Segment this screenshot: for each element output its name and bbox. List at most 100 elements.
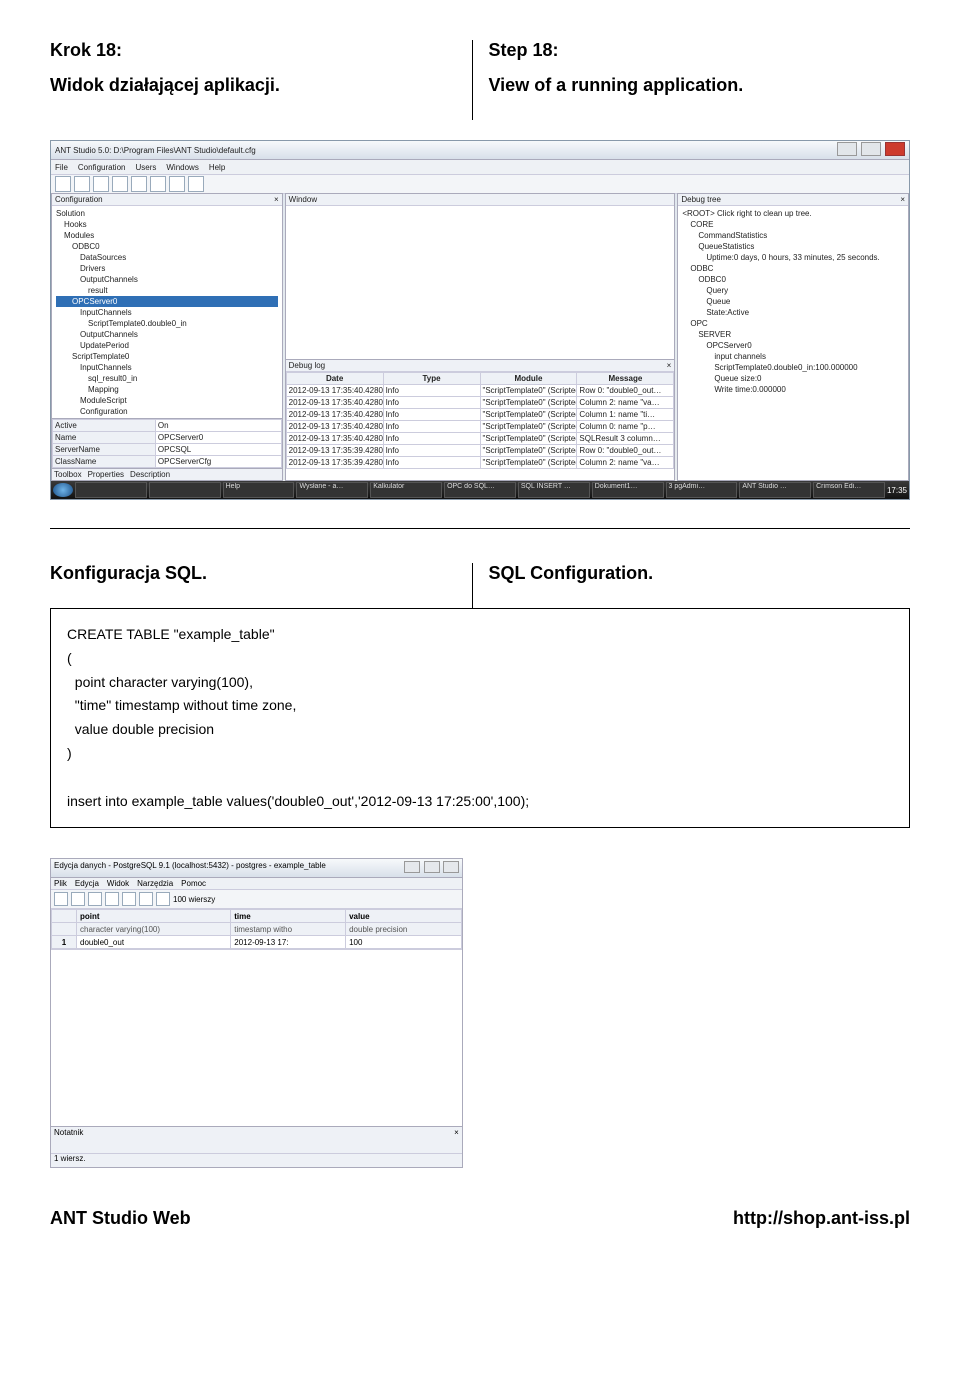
tree-item[interactable]: Solution (56, 208, 278, 219)
tree-item[interactable]: Queue size:0 (682, 373, 904, 384)
taskbar-item[interactable]: Help (223, 482, 295, 498)
tree-item[interactable]: SERVER (682, 329, 904, 340)
tree-item[interactable]: ODBC0 (682, 274, 904, 285)
tree-item[interactable]: result (56, 285, 278, 296)
pane-close-icon[interactable]: × (667, 361, 672, 370)
start-button[interactable] (53, 483, 73, 497)
debug-tree[interactable]: <ROOT> Click right to clean up tree.CORE… (678, 206, 908, 397)
tree-item[interactable]: <ROOT> Click right to clean up tree. (682, 208, 904, 219)
menu-item[interactable]: Pomoc (181, 879, 206, 888)
tree-item[interactable]: Hooks (56, 219, 278, 230)
menu-item[interactable]: Edycja (75, 879, 99, 888)
tree-item[interactable]: QueueStatistics (682, 241, 904, 252)
tree-item[interactable]: OPCServer0 (682, 340, 904, 351)
toolbar-button[interactable] (131, 176, 147, 192)
toolbar-button[interactable] (156, 892, 170, 906)
minimize-icon[interactable] (837, 142, 857, 156)
menu-item[interactable]: Users (135, 163, 156, 172)
log-cell: 2012-09-13 17:35:39.428000 (286, 445, 383, 457)
tree-item[interactable]: OutputChannels (56, 329, 278, 340)
log-cell: "ScriptTemplate0" (ScriptedModule) (480, 409, 577, 421)
grid-cell[interactable]: 2012-09-13 17: (231, 936, 346, 949)
tree-item[interactable]: sql_result0_in (56, 373, 278, 384)
tree-item[interactable]: Mapping (56, 384, 278, 395)
solution-tree[interactable]: SolutionHooksModulesODBC0DataSourcesDriv… (52, 206, 282, 418)
tree-item[interactable]: State:Active (682, 307, 904, 318)
pane-close-icon[interactable]: × (900, 195, 905, 204)
pg-data-grid[interactable]: pointtimevaluecharacter varying(100)time… (51, 909, 462, 950)
grid-cell[interactable]: double0_out (77, 936, 231, 949)
toolbar-button[interactable] (188, 176, 204, 192)
tree-item[interactable]: OutputChannels (56, 274, 278, 285)
tree-item[interactable]: Query (682, 285, 904, 296)
taskbar-item[interactable]: ANT Studio … (739, 482, 811, 498)
toolbar-button[interactable] (88, 892, 102, 906)
tree-item[interactable]: Uptime:0 days, 0 hours, 33 minutes, 25 s… (682, 252, 904, 263)
tab[interactable]: Toolbox (54, 470, 82, 479)
tree-item[interactable]: Configuration (56, 406, 278, 417)
tree-item[interactable]: CORE (682, 219, 904, 230)
toolbar-button[interactable] (55, 176, 71, 192)
toolbar-button[interactable] (54, 892, 68, 906)
tree-item[interactable]: ScriptTemplate0 (56, 351, 278, 362)
prop-cell: OPCServerCfg (155, 456, 281, 468)
menu-item[interactable]: Narzędzia (137, 879, 173, 888)
grid-cell[interactable]: 1 (52, 936, 77, 949)
taskbar-item[interactable]: Crimson Edi… (813, 482, 885, 498)
tree-item[interactable]: DataSources (56, 252, 278, 263)
grid-cell[interactable]: 100 (346, 936, 462, 949)
maximize-icon[interactable] (424, 861, 440, 873)
tree-item[interactable]: input channels (682, 351, 904, 362)
tree-item[interactable]: Write time:0.000000 (682, 384, 904, 395)
taskbar-item[interactable]: Wysłane - a… (296, 482, 368, 498)
tree-item[interactable]: Modules (56, 230, 278, 241)
pane-close-icon[interactable]: × (274, 195, 279, 204)
tree-item[interactable]: Drivers (56, 263, 278, 274)
tree-item[interactable]: CommandStatistics (682, 230, 904, 241)
tree-item[interactable]: OPCServer0 (56, 296, 278, 307)
taskbar-item[interactable]: SQL INSERT … (518, 482, 590, 498)
pane-close-icon[interactable]: × (454, 1128, 459, 1137)
toolbar-button[interactable] (150, 176, 166, 192)
properties-tabs[interactable]: Toolbox Properties Description (52, 468, 282, 480)
tree-item[interactable]: ScriptTemplate0.double0_in (56, 318, 278, 329)
menu-item[interactable]: Widok (107, 879, 129, 888)
taskbar-item[interactable]: 3 pgAdmi… (666, 482, 738, 498)
close-icon[interactable] (885, 142, 905, 156)
toolbar-button[interactable] (112, 176, 128, 192)
toolbar-button[interactable] (105, 892, 119, 906)
close-icon[interactable] (443, 861, 459, 873)
minimize-icon[interactable] (404, 861, 420, 873)
tree-item[interactable]: ODBC (682, 263, 904, 274)
menu-item[interactable]: Configuration (78, 163, 126, 172)
taskbar-item[interactable]: OPC do SQL… (444, 482, 516, 498)
toolbar-button[interactable] (122, 892, 136, 906)
tree-item[interactable]: OPC (682, 318, 904, 329)
maximize-icon[interactable] (861, 142, 881, 156)
log-cell: Info (383, 445, 480, 457)
taskbar-item[interactable]: Kalkulator (370, 482, 442, 498)
menu-item[interactable]: Windows (166, 163, 198, 172)
taskbar-item[interactable] (75, 482, 147, 498)
toolbar-button[interactable] (93, 176, 109, 192)
menu-item[interactable]: Help (209, 163, 225, 172)
pg-menubar: Plik Edycja Widok Narzędzia Pomoc (51, 878, 462, 890)
tab[interactable]: Properties (88, 470, 124, 479)
tree-item[interactable]: Queue (682, 296, 904, 307)
tree-item[interactable]: ODBC0 (56, 241, 278, 252)
toolbar-button[interactable] (71, 892, 85, 906)
taskbar-item[interactable]: Dokument1… (592, 482, 664, 498)
prop-cell: On (155, 420, 281, 432)
menu-item[interactable]: Plik (54, 879, 67, 888)
tree-item[interactable]: UpdatePeriod (56, 340, 278, 351)
toolbar-button[interactable] (169, 176, 185, 192)
tree-item[interactable]: InputChannels (56, 307, 278, 318)
toolbar-button[interactable] (74, 176, 90, 192)
tree-item[interactable]: ModuleScript (56, 395, 278, 406)
menu-item[interactable]: File (55, 163, 68, 172)
tree-item[interactable]: InputChannels (56, 362, 278, 373)
tab[interactable]: Description (130, 470, 170, 479)
taskbar-item[interactable] (149, 482, 221, 498)
toolbar-button[interactable] (139, 892, 153, 906)
tree-item[interactable]: ScriptTemplate0.double0_in:100.000000 (682, 362, 904, 373)
